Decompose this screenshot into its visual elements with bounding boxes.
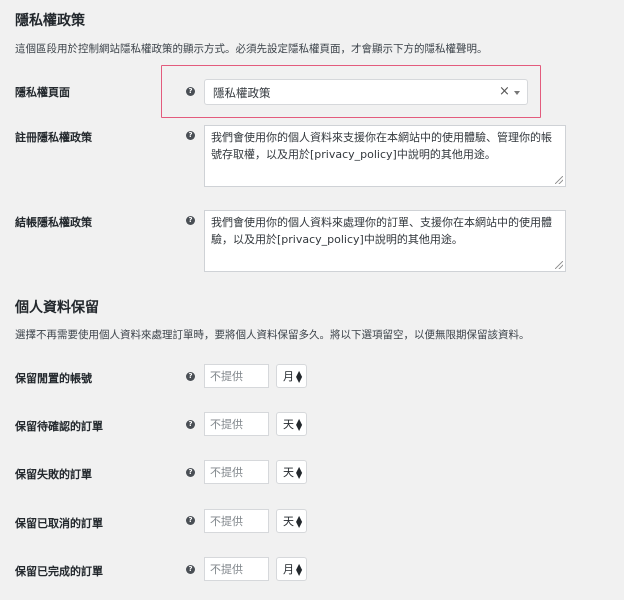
registration-policy-text: 我們會使用你的個人資料來支援你在本網站中的使用體驗、管理你的帳號存取權，以及用於… bbox=[211, 131, 552, 161]
retention-unit-inactive-accounts[interactable]: 月 ▲ ▼ bbox=[276, 364, 307, 388]
privacy-heading: 隱私權政策 bbox=[15, 13, 85, 29]
help-icon[interactable]: ? bbox=[186, 516, 195, 525]
privacy-description: 這個區段用於控制網站隱私權政策的顯示方式。必須先設定隱私權頁面，才會顯示下方的隱… bbox=[15, 43, 488, 55]
retention-description: 選擇不再需要使用個人資料來處理訂單時，要將個人資料保留多久。將以下選項留空，以便… bbox=[15, 329, 530, 341]
registration-policy-textarea[interactable]: 我們會使用你的個人資料來支援你在本網站中的使用體驗、管理你的帳號存取權，以及用於… bbox=[204, 125, 566, 187]
resize-handle-icon[interactable] bbox=[555, 261, 563, 269]
unit-value: 天 bbox=[283, 466, 294, 479]
retention-label-failed-orders: 保留失敗的訂單 bbox=[15, 468, 92, 481]
stepper-icon: ▲ ▼ bbox=[296, 514, 303, 529]
retention-heading: 個人資料保留 bbox=[15, 300, 99, 316]
resize-handle-icon[interactable] bbox=[555, 176, 563, 184]
stepper-icon: ▲ ▼ bbox=[296, 562, 303, 577]
checkout-policy-text: 我們會使用你的個人資料來處理你的訂單、支援你在本網站中的使用體驗，以及用於[pr… bbox=[211, 216, 552, 246]
unit-value: 月 bbox=[283, 370, 294, 383]
retention-unit-cancelled-orders[interactable]: 天 ▲ ▼ bbox=[276, 509, 307, 533]
privacy-page-value: 隱私權政策 bbox=[213, 86, 271, 100]
registration-policy-label: 註冊隱私權政策 bbox=[15, 131, 92, 144]
help-icon[interactable]: ? bbox=[186, 216, 195, 225]
stepper-icon: ▲ ▼ bbox=[296, 417, 303, 432]
retention-label-cancelled-orders: 保留已取消的訂單 bbox=[15, 517, 103, 530]
checkout-policy-label: 結帳隱私權政策 bbox=[15, 216, 92, 229]
help-icon[interactable]: ? bbox=[186, 565, 195, 574]
retention-input-failed-orders[interactable]: 不提供 bbox=[204, 460, 269, 484]
clear-icon[interactable]: × bbox=[499, 84, 510, 99]
retention-input-completed-orders[interactable]: 不提供 bbox=[204, 557, 269, 581]
stepper-icon: ▲ ▼ bbox=[296, 369, 303, 384]
retention-input-inactive-accounts[interactable]: 不提供 bbox=[204, 364, 269, 388]
retention-label-pending-orders: 保留待確認的訂單 bbox=[15, 420, 103, 433]
retention-unit-failed-orders[interactable]: 天 ▲ ▼ bbox=[276, 460, 307, 484]
unit-value: 天 bbox=[283, 418, 294, 431]
unit-value: 月 bbox=[283, 563, 294, 576]
retention-unit-pending-orders[interactable]: 天 ▲ ▼ bbox=[276, 412, 307, 436]
privacy-page-select[interactable]: 隱私權政策 × bbox=[204, 79, 528, 105]
help-icon[interactable]: ? bbox=[186, 372, 195, 381]
unit-value: 天 bbox=[283, 515, 294, 528]
help-icon[interactable]: ? bbox=[186, 468, 195, 477]
help-icon[interactable]: ? bbox=[186, 131, 195, 140]
help-icon[interactable]: ? bbox=[186, 87, 195, 96]
retention-unit-completed-orders[interactable]: 月 ▲ ▼ bbox=[276, 557, 307, 581]
stepper-icon: ▲ ▼ bbox=[296, 465, 303, 480]
retention-input-cancelled-orders[interactable]: 不提供 bbox=[204, 509, 269, 533]
dropdown-arrow-icon[interactable] bbox=[514, 91, 520, 95]
help-icon[interactable]: ? bbox=[186, 420, 195, 429]
retention-input-pending-orders[interactable]: 不提供 bbox=[204, 412, 269, 436]
retention-label-completed-orders: 保留已完成的訂單 bbox=[15, 565, 103, 578]
retention-label-inactive-accounts: 保留閒置的帳號 bbox=[15, 372, 92, 385]
checkout-policy-textarea[interactable]: 我們會使用你的個人資料來處理你的訂單、支援你在本網站中的使用體驗，以及用於[pr… bbox=[204, 210, 566, 272]
privacy-page-label: 隱私權頁面 bbox=[15, 86, 70, 99]
